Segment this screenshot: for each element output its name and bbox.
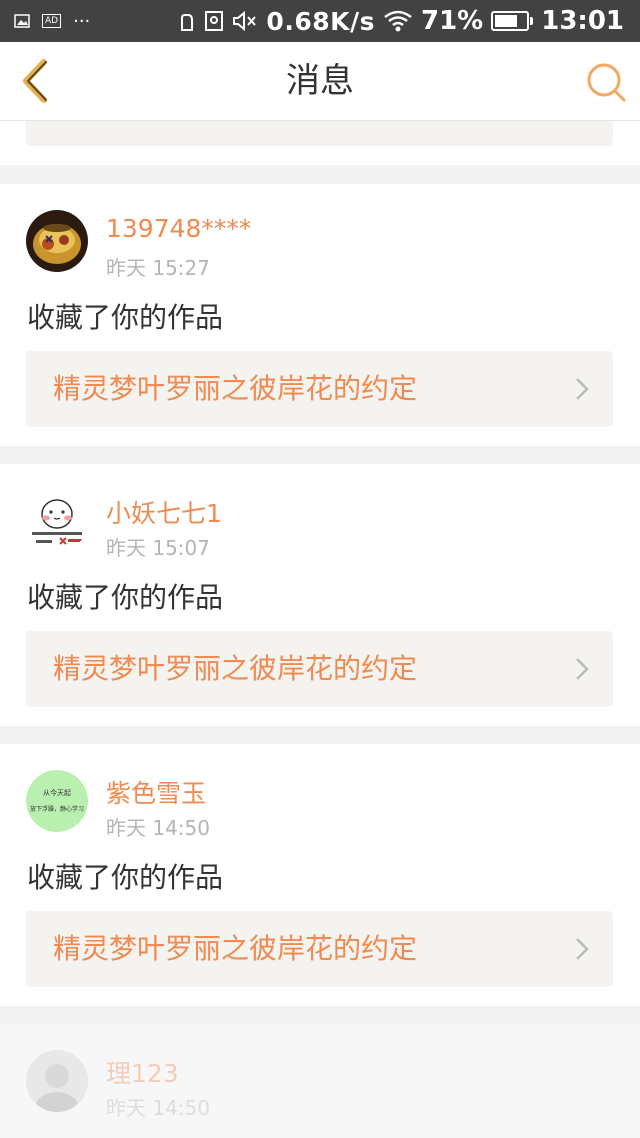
avatar[interactable]: 从今天起 放下浮躁，静心学习	[26, 770, 88, 832]
message-card: 小妖七七1 昨天 15:07 收藏了你的作品 精灵梦叶罗丽之彼岸花的约定	[0, 464, 640, 726]
avatar-text-line: 放下浮躁，静心学习	[29, 806, 84, 813]
chevron-right-icon	[576, 938, 589, 960]
top-nav-bar: 消息	[0, 42, 640, 121]
work-title: 精灵梦叶罗丽之彼岸花的约定	[53, 120, 417, 146]
message-card: 139748**** 昨天 15:27 收藏了你的作品 精灵梦叶罗丽之彼岸花的约…	[0, 184, 640, 446]
timestamp: 昨天 14:50	[106, 816, 210, 840]
message-card: 理123 昨天 14:50	[0, 1024, 640, 1138]
cartoon-avatar-image	[26, 490, 88, 552]
gesture-icon	[181, 14, 194, 31]
work-title: 精灵梦叶罗丽之彼岸花的约定	[53, 652, 418, 685]
username[interactable]: 理123	[106, 1054, 179, 1090]
avatar[interactable]	[26, 1050, 88, 1112]
work-link[interactable]: 精灵梦叶罗丽之彼岸花的约定	[26, 120, 613, 146]
work-link[interactable]: 精灵梦叶罗丽之彼岸花的约定	[26, 351, 613, 427]
network-speed: 0.68K/s	[266, 6, 375, 36]
wifi-icon	[384, 10, 412, 32]
work-link[interactable]: 精灵梦叶罗丽之彼岸花的约定	[26, 911, 613, 987]
username[interactable]: 小妖七七1	[106, 494, 222, 530]
mute-icon	[233, 10, 257, 32]
timestamp: 昨天 15:27	[106, 256, 210, 280]
battery-percent: 71%	[421, 6, 484, 36]
work-title: 精灵梦叶罗丽之彼岸花的约定	[53, 932, 418, 965]
username[interactable]: 紫色雪玉	[106, 774, 206, 810]
image-notification-icon	[14, 14, 30, 28]
ad-notification-icon: AD	[42, 14, 62, 28]
chevron-right-icon	[576, 378, 589, 400]
chevron-right-icon	[576, 658, 589, 680]
message-card: 从今天起 放下浮躁，静心学习 紫色雪玉 昨天 14:50 收藏了你的作品 精灵梦…	[0, 744, 640, 1006]
action-text: 收藏了你的作品	[27, 301, 224, 334]
action-text: 收藏了你的作品	[27, 861, 224, 894]
more-notifications-icon: ···	[73, 10, 91, 32]
username[interactable]: 139748****	[106, 214, 251, 243]
action-text: 收藏了你的作品	[27, 581, 224, 614]
avatar[interactable]	[26, 490, 88, 552]
message-card: 精灵梦叶罗丽之彼岸花的约定	[0, 120, 640, 165]
page-title: 消息	[286, 61, 354, 101]
timestamp: 昨天 15:07	[106, 536, 210, 560]
search-icon[interactable]	[584, 60, 628, 104]
avatar-text-line: 从今天起	[43, 789, 71, 797]
person-avatar-image	[26, 1050, 88, 1112]
avatar[interactable]	[26, 210, 88, 272]
clock: 13:01	[541, 6, 624, 36]
message-list: 精灵梦叶罗丽之彼岸花的约定 139748**** 昨天 15:27 收藏了你的作…	[0, 120, 640, 1138]
battery-icon	[491, 11, 534, 31]
timestamp: 昨天 14:50	[106, 1096, 210, 1120]
work-link[interactable]: 精灵梦叶罗丽之彼岸花的约定	[26, 631, 613, 707]
lantern-avatar-image	[26, 210, 88, 272]
location-icon	[205, 11, 224, 31]
work-title: 精灵梦叶罗丽之彼岸花的约定	[53, 372, 418, 405]
status-bar: AD ··· 0.68K/s 71% 13:01	[0, 0, 640, 42]
